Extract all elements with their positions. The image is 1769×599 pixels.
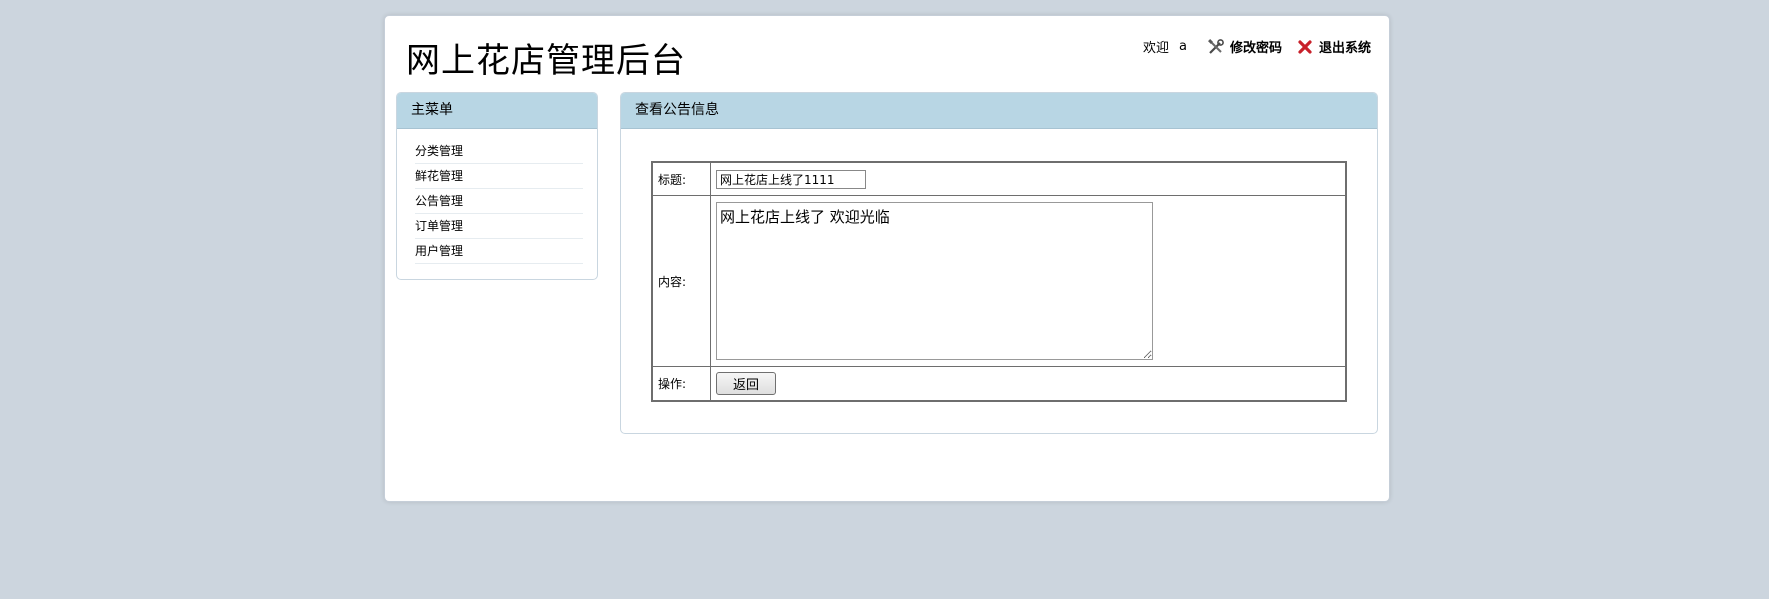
main-heading: 查看公告信息	[621, 93, 1377, 129]
action-cell: 返回	[710, 366, 1347, 402]
user-name: a	[1179, 39, 1187, 54]
sidebar-item-category[interactable]: 分类管理	[415, 139, 583, 164]
sidebar-item-orders[interactable]: 订单管理	[415, 214, 583, 239]
content-cell: 网上花店上线了 欢迎光临	[710, 195, 1347, 367]
main-panel: 查看公告信息 标题: 内容: 网上花店上线了 欢迎光临 操作: 返回	[620, 92, 1378, 434]
tools-icon	[1207, 38, 1225, 55]
back-button[interactable]: 返回	[716, 372, 776, 395]
content-textarea[interactable]: 网上花店上线了 欢迎光临	[716, 202, 1153, 360]
change-password-label: 修改密码	[1229, 41, 1282, 56]
sidebar-heading: 主菜单	[397, 93, 597, 129]
top-bar: 欢迎 a 修改密码 退出系统	[1143, 37, 1371, 56]
close-icon	[1296, 39, 1314, 55]
title-input[interactable]	[716, 169, 866, 189]
logout-link[interactable]: 退出系统	[1296, 37, 1371, 56]
title-label: 标题:	[651, 161, 711, 196]
notice-form-table: 标题: 内容: 网上花店上线了 欢迎光临 操作: 返回	[651, 161, 1347, 402]
content-label: 内容:	[651, 195, 711, 367]
action-label: 操作:	[651, 366, 711, 402]
logout-label: 退出系统	[1318, 41, 1371, 56]
sidebar-item-users[interactable]: 用户管理	[415, 239, 583, 264]
title-cell	[710, 161, 1347, 196]
site-title: 网上花店管理后台	[406, 41, 686, 81]
sidebar: 主菜单 分类管理 鲜花管理 公告管理 订单管理 用户管理	[396, 92, 598, 280]
main-container: 网上花店管理后台 欢迎 a 修改密码 退出系统 主菜单 分类管理 鲜花管理 公告…	[384, 15, 1390, 502]
sidebar-menu: 分类管理 鲜花管理 公告管理 订单管理 用户管理	[415, 139, 583, 264]
table-row: 内容: 网上花店上线了 欢迎光临	[651, 195, 1347, 367]
table-row: 标题:	[651, 161, 1347, 196]
table-row: 操作: 返回	[651, 366, 1347, 402]
change-password-link[interactable]: 修改密码	[1207, 37, 1282, 56]
welcome-text: 欢迎	[1142, 41, 1169, 56]
sidebar-item-notices[interactable]: 公告管理	[415, 189, 583, 214]
sidebar-item-flowers[interactable]: 鲜花管理	[415, 164, 583, 189]
